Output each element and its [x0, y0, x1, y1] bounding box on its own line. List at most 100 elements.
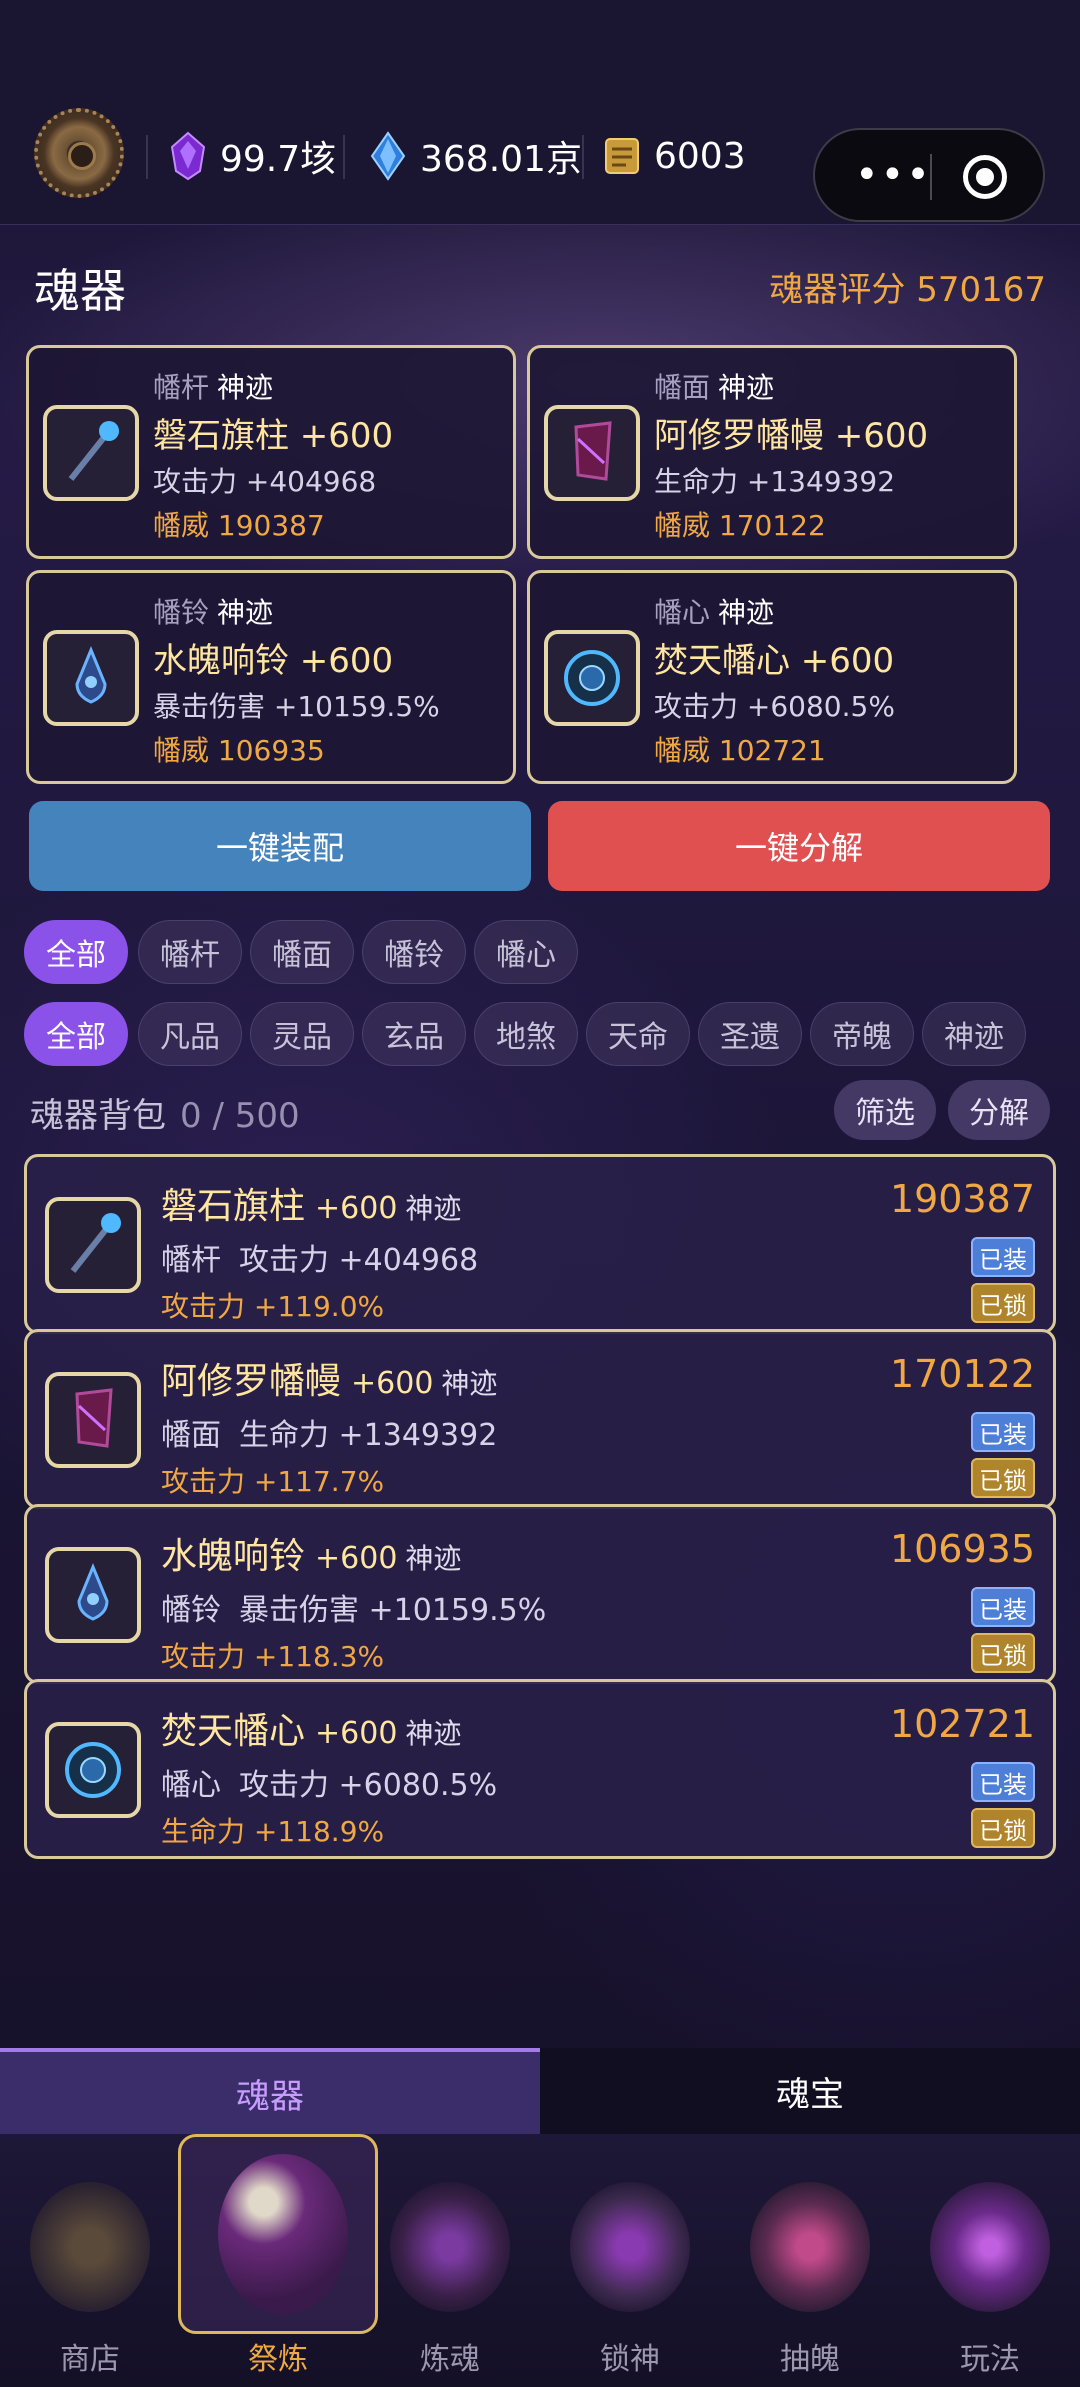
type-filter-banner[interactable]: 幡面 [250, 920, 354, 984]
bottom-nav: 商店 祭炼 炼魂 锁神 抽魄 玩法 [0, 2134, 1080, 2387]
item-bonus: 攻击力 +118.3% [161, 1640, 385, 1673]
resource-value: 6003 [654, 135, 746, 177]
chained-orb-icon [570, 2182, 690, 2312]
portal-icon [750, 2182, 870, 2312]
tab-soul-treasure[interactable]: 魂宝 [540, 2048, 1080, 2134]
resource-scroll[interactable]: 6003 [602, 128, 746, 184]
nav-label: 祭炼 [248, 2342, 308, 2377]
quality-label: 神迹 [217, 596, 274, 629]
item-name: 阿修罗幡幔 [161, 1361, 342, 1402]
item-slot [45, 1197, 141, 1293]
grade-filter-8[interactable]: 神迹 [922, 1002, 1026, 1066]
item-value: 190387 [889, 1177, 1035, 1221]
item-type: 幡铃 [161, 1593, 221, 1628]
item-quality: 神迹 [405, 1542, 462, 1575]
nav-label: 抽魄 [780, 2342, 840, 2377]
resource-value: 99.7垓 [220, 139, 337, 180]
item-name: 焚天幡心 [161, 1711, 306, 1752]
item-power: 幡威 190387 [153, 509, 325, 542]
item-level: +600 [315, 1191, 398, 1226]
banner-cloth-icon [75, 1388, 113, 1448]
item-stat: 攻击力 +6080.5% [654, 690, 895, 723]
spirit-figure-icon [930, 2182, 1050, 2312]
locked-badge[interactable]: 已锁 [971, 1283, 1035, 1323]
nav-refine[interactable]: 祭炼 [168, 2134, 378, 2387]
locked-badge[interactable]: 已锁 [971, 1633, 1035, 1673]
item-slot [45, 1722, 141, 1818]
nav-shop[interactable]: 商店 [0, 2134, 180, 2387]
list-item[interactable]: 水魄响铃 +600 神迹 幡铃 暴击伤害 +10159.5% 攻击力 +118.3% … [24, 1504, 1056, 1684]
equipped-card-pole[interactable]: 幡杆 神迹 磐石旗柱 +600 攻击力 +404968 幡威 190387 [26, 345, 516, 559]
nav-label: 商店 [60, 2342, 120, 2377]
grade-filter-all[interactable]: 全部 [24, 1002, 128, 1066]
type-filter-bell[interactable]: 幡铃 [362, 920, 466, 984]
locked-badge[interactable]: 已锁 [971, 1808, 1035, 1848]
nav-label: 锁神 [600, 2342, 660, 2377]
locked-badge[interactable]: 已锁 [971, 1458, 1035, 1498]
item-level: +600 [315, 1541, 398, 1576]
grade-filter-7[interactable]: 帝魄 [810, 1002, 914, 1066]
bell-icon [77, 1563, 109, 1621]
settings-gear-icon[interactable] [34, 108, 124, 198]
item-quality: 神迹 [441, 1367, 498, 1400]
item-stat: 攻击力 +404968 [153, 465, 377, 498]
resource-purple-gem[interactable]: 99.7垓 [168, 128, 336, 184]
item-name: 阿修罗幡幔 +600 [654, 416, 929, 456]
nav-soul-forge[interactable]: 炼魂 [360, 2134, 540, 2387]
item-bonus: 攻击力 +119.0% [161, 1290, 385, 1323]
equip-all-button[interactable]: 一键装配 [29, 801, 531, 891]
type-filter-pole[interactable]: 幡杆 [138, 920, 242, 984]
decompose-all-button[interactable]: 一键分解 [548, 801, 1050, 891]
equipped-card-core[interactable]: 幡心 神迹 焚天幡心 +600 攻击力 +6080.5% 幡威 102721 [527, 570, 1017, 784]
banner-cloth-icon [574, 421, 612, 481]
item-slot [43, 405, 139, 501]
item-stat: 攻击力 +404968 [239, 1243, 479, 1278]
equipped-card-bell[interactable]: 幡铃 神迹 水魄响铃 +600 暴击伤害 +10159.5% 幡威 106935 [26, 570, 516, 784]
nav-gameplay[interactable]: 玩法 [900, 2134, 1080, 2387]
list-item[interactable]: 阿修罗幡幔 +600 神迹 幡面 生命力 +1349392 攻击力 +117.7% 1… [24, 1329, 1056, 1509]
filter-button[interactable]: 筛选 [834, 1080, 936, 1140]
more-icon[interactable]: ••• [855, 155, 932, 195]
scroll-icon [605, 138, 639, 174]
quality-label: 神迹 [217, 371, 274, 404]
equipped-badge: 已装 [971, 1587, 1035, 1627]
nav-draw-soul[interactable]: 抽魄 [720, 2134, 900, 2387]
equipped-badge: 已装 [971, 1237, 1035, 1277]
item-value: 170122 [889, 1352, 1035, 1396]
miniprogram-capsule: ••• [813, 128, 1045, 222]
resource-blue-crystal[interactable]: 368.01京 [368, 128, 582, 184]
item-stat: 暴击伤害 +10159.5% [239, 1593, 547, 1628]
equipped-card-banner[interactable]: 幡面 神迹 阿修罗幡幔 +600 生命力 +1349392 幡威 170122 [527, 345, 1017, 559]
grade-filter-5[interactable]: 天命 [586, 1002, 690, 1066]
type-filter-all[interactable]: 全部 [24, 920, 128, 984]
decompose-button[interactable]: 分解 [948, 1080, 1050, 1140]
shop-stall-icon [30, 2182, 150, 2312]
item-bonus: 攻击力 +117.7% [161, 1465, 385, 1498]
item-slot [544, 630, 640, 726]
grade-filter-4[interactable]: 地煞 [474, 1002, 578, 1066]
core-orb-icon [564, 650, 620, 706]
item-slot [43, 630, 139, 726]
quality-label: 神迹 [718, 596, 775, 629]
close-target-icon[interactable] [963, 155, 1007, 199]
nav-lock-god[interactable]: 锁神 [540, 2134, 720, 2387]
item-name: 焚天幡心 +600 [654, 641, 895, 681]
item-stat: 生命力 +1349392 [654, 465, 896, 498]
list-item[interactable]: 磐石旗柱 +600 神迹 幡杆 攻击力 +404968 攻击力 +119.0% 190… [24, 1154, 1056, 1334]
grade-filter-3[interactable]: 玄品 [362, 1002, 466, 1066]
tab-soul-artifact[interactable]: 魂器 [0, 2048, 540, 2134]
grade-filter-1[interactable]: 凡品 [138, 1002, 242, 1066]
item-name: 水魄响铃 [161, 1536, 306, 1577]
type-filter-core[interactable]: 幡心 [474, 920, 578, 984]
core-orb-icon [65, 1742, 121, 1798]
divider [343, 135, 345, 179]
equipped-badge: 已装 [971, 1762, 1035, 1802]
slot-type: 幡杆 [153, 371, 210, 404]
grade-filter-2[interactable]: 灵品 [250, 1002, 354, 1066]
divider [146, 135, 148, 179]
list-item[interactable]: 焚天幡心 +600 神迹 幡心 攻击力 +6080.5% 生命力 +118.9% 10… [24, 1679, 1056, 1859]
item-power: 幡威 170122 [654, 509, 826, 542]
slot-type: 幡面 [654, 371, 711, 404]
grade-filter-6[interactable]: 圣遗 [698, 1002, 802, 1066]
item-quality: 神迹 [405, 1192, 462, 1225]
